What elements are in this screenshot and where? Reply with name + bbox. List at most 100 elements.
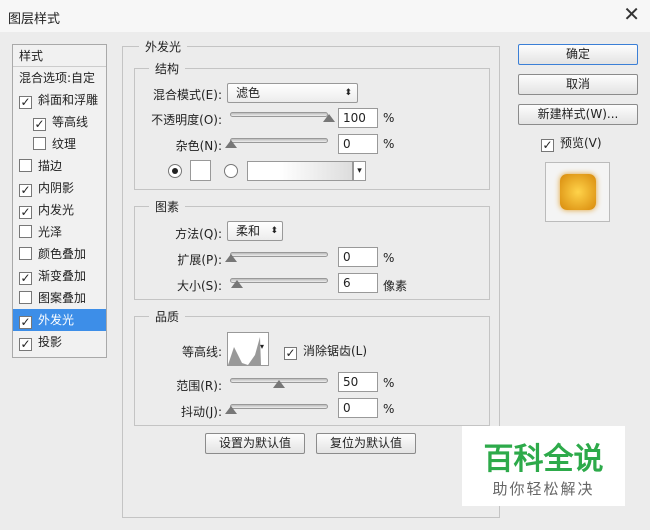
percent-label: % xyxy=(383,111,395,125)
checkbox-icon[interactable]: ✓ xyxy=(33,118,46,131)
gradient-dropdown-icon[interactable]: ▾ xyxy=(353,161,366,181)
close-icon[interactable]: ✕ xyxy=(623,2,640,26)
checkbox-icon[interactable] xyxy=(19,291,32,304)
updown-icon: ⬍ xyxy=(270,226,278,236)
checkbox-icon[interactable] xyxy=(19,159,32,172)
spread-label: 扩展(P): xyxy=(177,253,222,267)
style-item[interactable]: ✓ 投影 xyxy=(13,331,106,353)
blend-mode-value: 滤色 xyxy=(236,86,261,100)
jitter-input[interactable]: 0 xyxy=(338,398,378,418)
style-item-label: 内发光 xyxy=(38,203,75,217)
noise-slider-thumb[interactable] xyxy=(225,140,237,148)
style-item[interactable]: 颜色叠加 xyxy=(13,243,106,265)
structure-title: 结构 xyxy=(149,60,186,77)
watermark-title: 百科全说 xyxy=(483,442,604,477)
style-item-label: 内阴影 xyxy=(38,181,75,195)
style-item[interactable]: 描边 xyxy=(13,155,106,177)
style-item[interactable]: 图案叠加 xyxy=(13,287,106,309)
noise-label: 杂色(N): xyxy=(175,139,222,153)
style-item[interactable]: ✓ 等高线 xyxy=(13,111,106,133)
gradient-radio[interactable] xyxy=(224,164,238,178)
technique-value: 柔和 xyxy=(236,224,261,238)
size-label: 大小(S): xyxy=(176,279,222,293)
cancel-button[interactable]: 取消 xyxy=(518,74,638,95)
checkbox-icon[interactable]: ✓ xyxy=(19,184,32,197)
style-item[interactable]: ✓ 斜面和浮雕 xyxy=(13,89,106,111)
style-item-label: 投影 xyxy=(38,335,63,349)
spread-input[interactable]: 0 xyxy=(338,247,378,267)
checkbox-icon: ✓ xyxy=(284,346,297,360)
new-style-button[interactable]: 新建样式(W)... xyxy=(518,104,638,125)
quality-title: 品质 xyxy=(149,308,186,325)
technique-select[interactable]: 柔和 ⬍ xyxy=(227,221,283,241)
jitter-slider-thumb[interactable] xyxy=(225,406,237,414)
preview-checkbox[interactable]: ✓ 预览(V) xyxy=(541,134,602,152)
style-item-label: 纹理 xyxy=(52,137,77,151)
spread-slider-thumb[interactable] xyxy=(225,254,237,262)
size-input[interactable]: 6 xyxy=(338,273,378,293)
opacity-slider-thumb[interactable] xyxy=(323,114,335,122)
checkbox-icon[interactable]: ✓ xyxy=(19,206,32,219)
jitter-label: 抖动(J): xyxy=(181,405,222,419)
window-title: 图层样式 xyxy=(8,12,61,27)
make-default-button[interactable]: 设置为默认值 xyxy=(205,433,305,454)
style-item-label: 等高线 xyxy=(52,115,89,129)
blend-mode-select[interactable]: 滤色 ⬍ xyxy=(227,83,358,103)
preview-thumbnail xyxy=(560,174,596,210)
antialias-label: 消除锯齿(L) xyxy=(303,344,368,358)
percent-label: % xyxy=(383,137,395,151)
gradient-picker[interactable] xyxy=(247,161,353,181)
percent-label: % xyxy=(383,251,395,265)
range-slider-thumb[interactable] xyxy=(273,380,285,388)
size-slider[interactable] xyxy=(230,278,328,283)
blend-mode-label: 混合模式(E): xyxy=(153,88,222,102)
radio-dot xyxy=(172,168,178,174)
range-input[interactable]: 50 xyxy=(338,372,378,392)
noise-input[interactable]: 0 xyxy=(338,134,378,154)
style-item-label: 光泽 xyxy=(38,225,63,239)
watermark-subtitle: 助你轻松解决 xyxy=(492,480,595,498)
updown-icon: ⬍ xyxy=(344,88,352,98)
ok-button[interactable]: 确定 xyxy=(518,44,638,65)
glow-color-swatch[interactable] xyxy=(190,160,211,181)
opacity-input[interactable]: 100 xyxy=(338,108,378,128)
style-item[interactable]: ✓ 内发光 xyxy=(13,199,106,221)
outer-glow-title: 外发光 xyxy=(139,38,188,55)
style-item[interactable]: ✓ 渐变叠加 xyxy=(13,265,106,287)
noise-slider[interactable] xyxy=(230,138,328,143)
percent-label: % xyxy=(383,402,395,416)
contour-label: 等高线: xyxy=(181,345,222,359)
opacity-slider[interactable] xyxy=(230,112,328,117)
jitter-slider[interactable] xyxy=(230,404,328,409)
checkbox-icon[interactable]: ✓ xyxy=(19,338,32,351)
style-item[interactable]: 光泽 xyxy=(13,221,106,243)
size-slider-thumb[interactable] xyxy=(231,280,243,288)
checkbox-icon[interactable] xyxy=(19,225,32,238)
style-item-label: 图案叠加 xyxy=(38,291,87,305)
checkbox-icon[interactable]: ✓ xyxy=(19,316,32,329)
styles-list: 样式 混合选项:自定 ✓ 斜面和浮雕 ✓ 等高线纹理描边 ✓ 内阴影 ✓ 内发光光泽颜色叠加 ✓… xyxy=(12,44,107,358)
antialias-checkbox[interactable]: ✓ 消除锯齿(L) xyxy=(284,342,367,360)
style-item[interactable]: 纹理 xyxy=(13,133,106,155)
checkbox-icon[interactable] xyxy=(19,247,32,260)
style-item-label: 描边 xyxy=(38,159,63,173)
style-item[interactable]: ✓ 外发光 xyxy=(13,309,106,331)
opacity-label: 不透明度(O): xyxy=(151,113,222,127)
spread-slider[interactable] xyxy=(230,252,328,257)
percent-label: % xyxy=(383,376,395,390)
color-radio[interactable] xyxy=(168,164,182,178)
style-item-label: 渐变叠加 xyxy=(38,269,87,283)
contour-dropdown-icon[interactable]: ▾ xyxy=(260,342,264,351)
checkbox-icon[interactable]: ✓ xyxy=(19,272,32,285)
style-item-label: 外发光 xyxy=(38,313,75,327)
styles-header[interactable]: 样式 xyxy=(13,45,106,67)
technique-label: 方法(Q): xyxy=(175,227,222,241)
checkbox-icon[interactable] xyxy=(33,137,46,150)
style-preview xyxy=(545,162,610,222)
style-item[interactable]: ✓ 内阴影 xyxy=(13,177,106,199)
checkbox-icon[interactable]: ✓ xyxy=(19,96,32,109)
blend-options-item[interactable]: 混合选项:自定 xyxy=(13,67,106,89)
style-item-label: 颜色叠加 xyxy=(38,247,87,261)
style-item-label: 斜面和浮雕 xyxy=(38,93,99,107)
reset-default-button[interactable]: 复位为默认值 xyxy=(316,433,416,454)
